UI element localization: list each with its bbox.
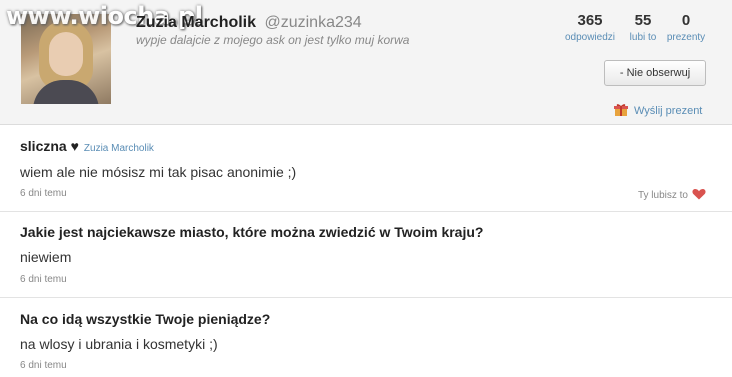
answer-text: niewiem [20, 249, 72, 265]
gift-icon [614, 104, 628, 116]
stat-answers[interactable]: 365 odpowiedzi [560, 12, 620, 46]
stat-answers-label: odpowiedzi [564, 32, 616, 43]
avatar-face [49, 32, 83, 76]
profile-name[interactable]: Zuzia Marcholik [136, 14, 256, 31]
question-text: Na co idą wszystkie Twoje pieniądze? [20, 311, 271, 327]
profile-name-line: Zuzia Marcholik @zuzinka234 [136, 14, 362, 32]
feed-item: Jakie jest najciekawsze miasto, które mo… [0, 212, 732, 297]
profile-username: @zuzinka234 [264, 14, 362, 31]
stat-likes[interactable]: 55 lubi to [624, 12, 662, 46]
timestamp[interactable]: 6 dni temu [20, 360, 67, 371]
stat-likes-label: lubi to [629, 32, 657, 43]
like-status-label: Ty lubisz to [637, 190, 688, 201]
send-gift-link[interactable]: Wyślij prezent [614, 103, 702, 117]
avatar-body [33, 80, 99, 104]
answer-text: wiem ale nie mósisz mi tak pisac anonimi… [20, 164, 297, 180]
profile-header: www.wiocha.pl Zuzia Marcholik @zuzinka23… [0, 0, 732, 125]
stat-gifts[interactable]: 0 prezenty [662, 12, 710, 46]
answer-text: na wlosy i ubrania i kosmetyki ;) [20, 336, 218, 352]
stat-gifts-label: prezenty [666, 32, 706, 43]
question-text: Jakie jest najciekawsze miasto, które mo… [20, 224, 484, 240]
stat-likes-value: 55 [634, 12, 652, 29]
asker-link[interactable]: Zuzia Marcholik [84, 143, 154, 154]
timestamp[interactable]: 6 dni temu [20, 188, 67, 199]
heart-icon[interactable] [692, 188, 706, 200]
stat-answers-value: 365 [577, 12, 603, 29]
feed-item: sliczna ♥ Zuzia Marcholik wiem ale nie mó… [0, 125, 732, 211]
unfollow-button[interactable]: - Nie obserwuj [604, 60, 706, 86]
send-gift-label: Wyślij prezent [634, 105, 703, 117]
question-label: sliczna ♥ [20, 138, 79, 154]
stat-gifts-value: 0 [681, 12, 691, 29]
question-text: sliczna ♥ Zuzia Marcholik [20, 138, 154, 154]
like-status[interactable]: Ty lubisz to [638, 188, 706, 201]
timestamp[interactable]: 6 dni temu [20, 274, 67, 285]
feed-item: Na co idą wszystkie Twoje pieniądze? na … [0, 298, 732, 377]
profile-bio: wypje dalajcie z mojego ask on jest tylk… [136, 33, 410, 47]
